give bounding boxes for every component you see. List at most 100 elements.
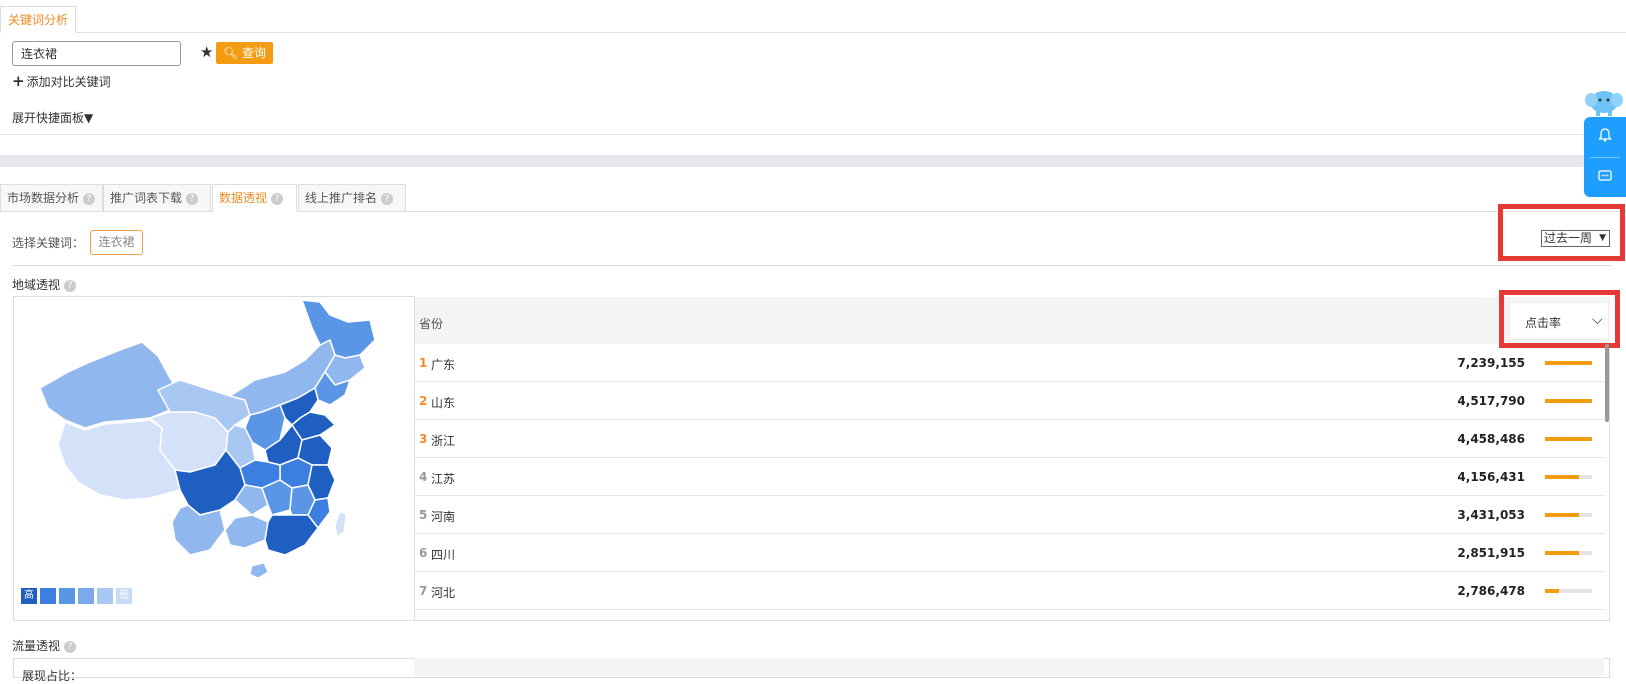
help-icon[interactable]: ?	[64, 279, 77, 292]
chat-icon[interactable]	[1597, 168, 1613, 184]
province-name: 河北	[431, 586, 456, 600]
bell-icon[interactable]	[1597, 127, 1613, 143]
search-icon: 🔍︎	[222, 46, 239, 60]
tab-label: 线上推广排名	[305, 191, 378, 205]
metric-value-cell: 2,851,915	[1457, 546, 1525, 560]
tab-label: 市场数据分析	[7, 191, 80, 205]
rank-number: 6	[419, 546, 428, 560]
select-keyword-label: 选择关键词：	[12, 236, 85, 250]
value-bar	[1545, 589, 1592, 593]
mascot-icon[interactable]	[1584, 86, 1624, 120]
section-band	[0, 155, 1626, 167]
rank-number: 7	[419, 584, 428, 598]
table-row[interactable]: 5 河南 3,431,053	[415, 496, 1605, 534]
province-name: 浙江	[431, 434, 456, 448]
scrollbar[interactable]	[1605, 344, 1609, 422]
help-icon[interactable]: ?	[83, 192, 96, 205]
flow-section-title: 流量透视?	[12, 637, 77, 654]
value-bar-fill	[1545, 589, 1560, 593]
region-section-title: 地域透视?	[12, 276, 77, 293]
rank-number: 2	[419, 394, 428, 408]
region-taiwan[interactable]	[334, 511, 347, 537]
tab-label: 推广词表下载	[110, 191, 183, 205]
metric-value-cell: 7,239,155	[1457, 356, 1525, 370]
add-compare-label: 添加对比关键词	[26, 75, 111, 89]
tab-divider	[0, 32, 1626, 33]
table-row[interactable]: 3 浙江 4,458,486	[415, 420, 1605, 458]
table-header	[415, 297, 1610, 344]
rank-number: 1	[419, 356, 428, 370]
province-name: 广东	[431, 358, 456, 372]
legend-level-5	[97, 588, 113, 604]
highlight-box	[1499, 290, 1620, 348]
legend-low: 低	[116, 588, 132, 604]
province-name: 四川	[431, 548, 456, 562]
legend-level-4	[78, 588, 94, 604]
column-header-province: 省份	[419, 317, 444, 331]
province-name: 山东	[431, 396, 456, 410]
legend-level-2	[40, 588, 56, 604]
value-bar-fill	[1545, 551, 1579, 555]
region-title-text: 地域透视	[12, 278, 61, 292]
flow-title-text: 流量透视	[12, 639, 61, 653]
region-heilongjiang[interactable]	[301, 300, 376, 359]
help-icon[interactable]: ?	[64, 640, 77, 653]
region-hunan[interactable]	[261, 479, 293, 516]
table-row[interactable]: 6 四川 2,851,915	[415, 534, 1605, 572]
value-bar-fill	[1545, 513, 1579, 517]
value-bar	[1545, 475, 1592, 479]
tab-keyword-analysis[interactable]: 关键词分析	[0, 6, 76, 33]
province-name: 江苏	[431, 472, 456, 486]
tab-label: 数据透视	[219, 191, 268, 205]
star-icon[interactable]: ★	[200, 43, 213, 61]
metric-value-cell: 2,786,478	[1457, 584, 1525, 598]
metric-value-cell: 4,156,431	[1457, 470, 1525, 484]
region-guangxi[interactable]	[224, 514, 269, 549]
table-row[interactable]: 7 河北 2,786,478	[415, 572, 1605, 610]
tab-download-wordlist[interactable]: 推广词表下载?	[103, 184, 211, 212]
flow-chart-area	[414, 658, 1604, 676]
table-row[interactable]: 4 江苏 4,156,431	[415, 458, 1605, 496]
legend-level-3	[59, 588, 75, 604]
value-bar-fill	[1545, 399, 1592, 403]
metric-value-cell: 4,458,486	[1457, 432, 1525, 446]
table-row[interactable]: 2 山东 4,517,790	[415, 382, 1605, 420]
rank-number: 4	[419, 470, 428, 484]
province-name: 河南	[431, 510, 456, 524]
region-guangdong[interactable]	[264, 514, 319, 556]
value-bar	[1545, 361, 1592, 365]
query-button-label: 查询	[242, 46, 267, 60]
rank-number: 3	[419, 432, 428, 446]
metric-value-cell: 4,517,790	[1457, 394, 1525, 408]
value-bar-fill	[1545, 437, 1592, 441]
tab-online-ranking[interactable]: 线上推广排名?	[298, 184, 406, 212]
value-bar-fill	[1545, 475, 1579, 479]
expand-panel-label: 展开快捷面板	[12, 111, 85, 125]
help-icon[interactable]: ?	[271, 192, 284, 205]
plus-icon: +	[12, 72, 25, 90]
region-hainan[interactable]	[249, 562, 269, 579]
caret-down-icon: ▼	[84, 111, 94, 125]
metric-value-cell: 3,431,053	[1457, 508, 1525, 522]
highlight-box	[1498, 204, 1625, 261]
help-icon[interactable]: ?	[381, 192, 394, 205]
tab-data-pivot[interactable]: 数据透视?	[212, 184, 297, 212]
divider	[0, 134, 1626, 135]
value-bar	[1545, 551, 1592, 555]
add-compare-keyword-link[interactable]: + 添加对比关键词	[12, 72, 111, 90]
help-icon[interactable]: ?	[186, 192, 199, 205]
value-bar-fill	[1545, 361, 1592, 365]
rank-number: 5	[419, 508, 428, 522]
keyword-input[interactable]	[12, 41, 181, 66]
china-map[interactable]	[30, 300, 400, 600]
table-row[interactable]: 1 广东 7,239,155	[415, 344, 1605, 382]
tab-market-data[interactable]: 市场数据分析?	[0, 184, 103, 212]
divider	[12, 265, 1612, 266]
expand-quick-panel[interactable]: 展开快捷面板▼	[12, 109, 93, 126]
value-bar	[1545, 513, 1592, 517]
legend-high: 高	[21, 588, 37, 604]
value-bar	[1545, 399, 1592, 403]
divider	[1590, 157, 1620, 158]
query-button[interactable]: 🔍︎ 查询	[216, 42, 273, 64]
keyword-chip[interactable]: 连衣裙	[90, 230, 143, 255]
